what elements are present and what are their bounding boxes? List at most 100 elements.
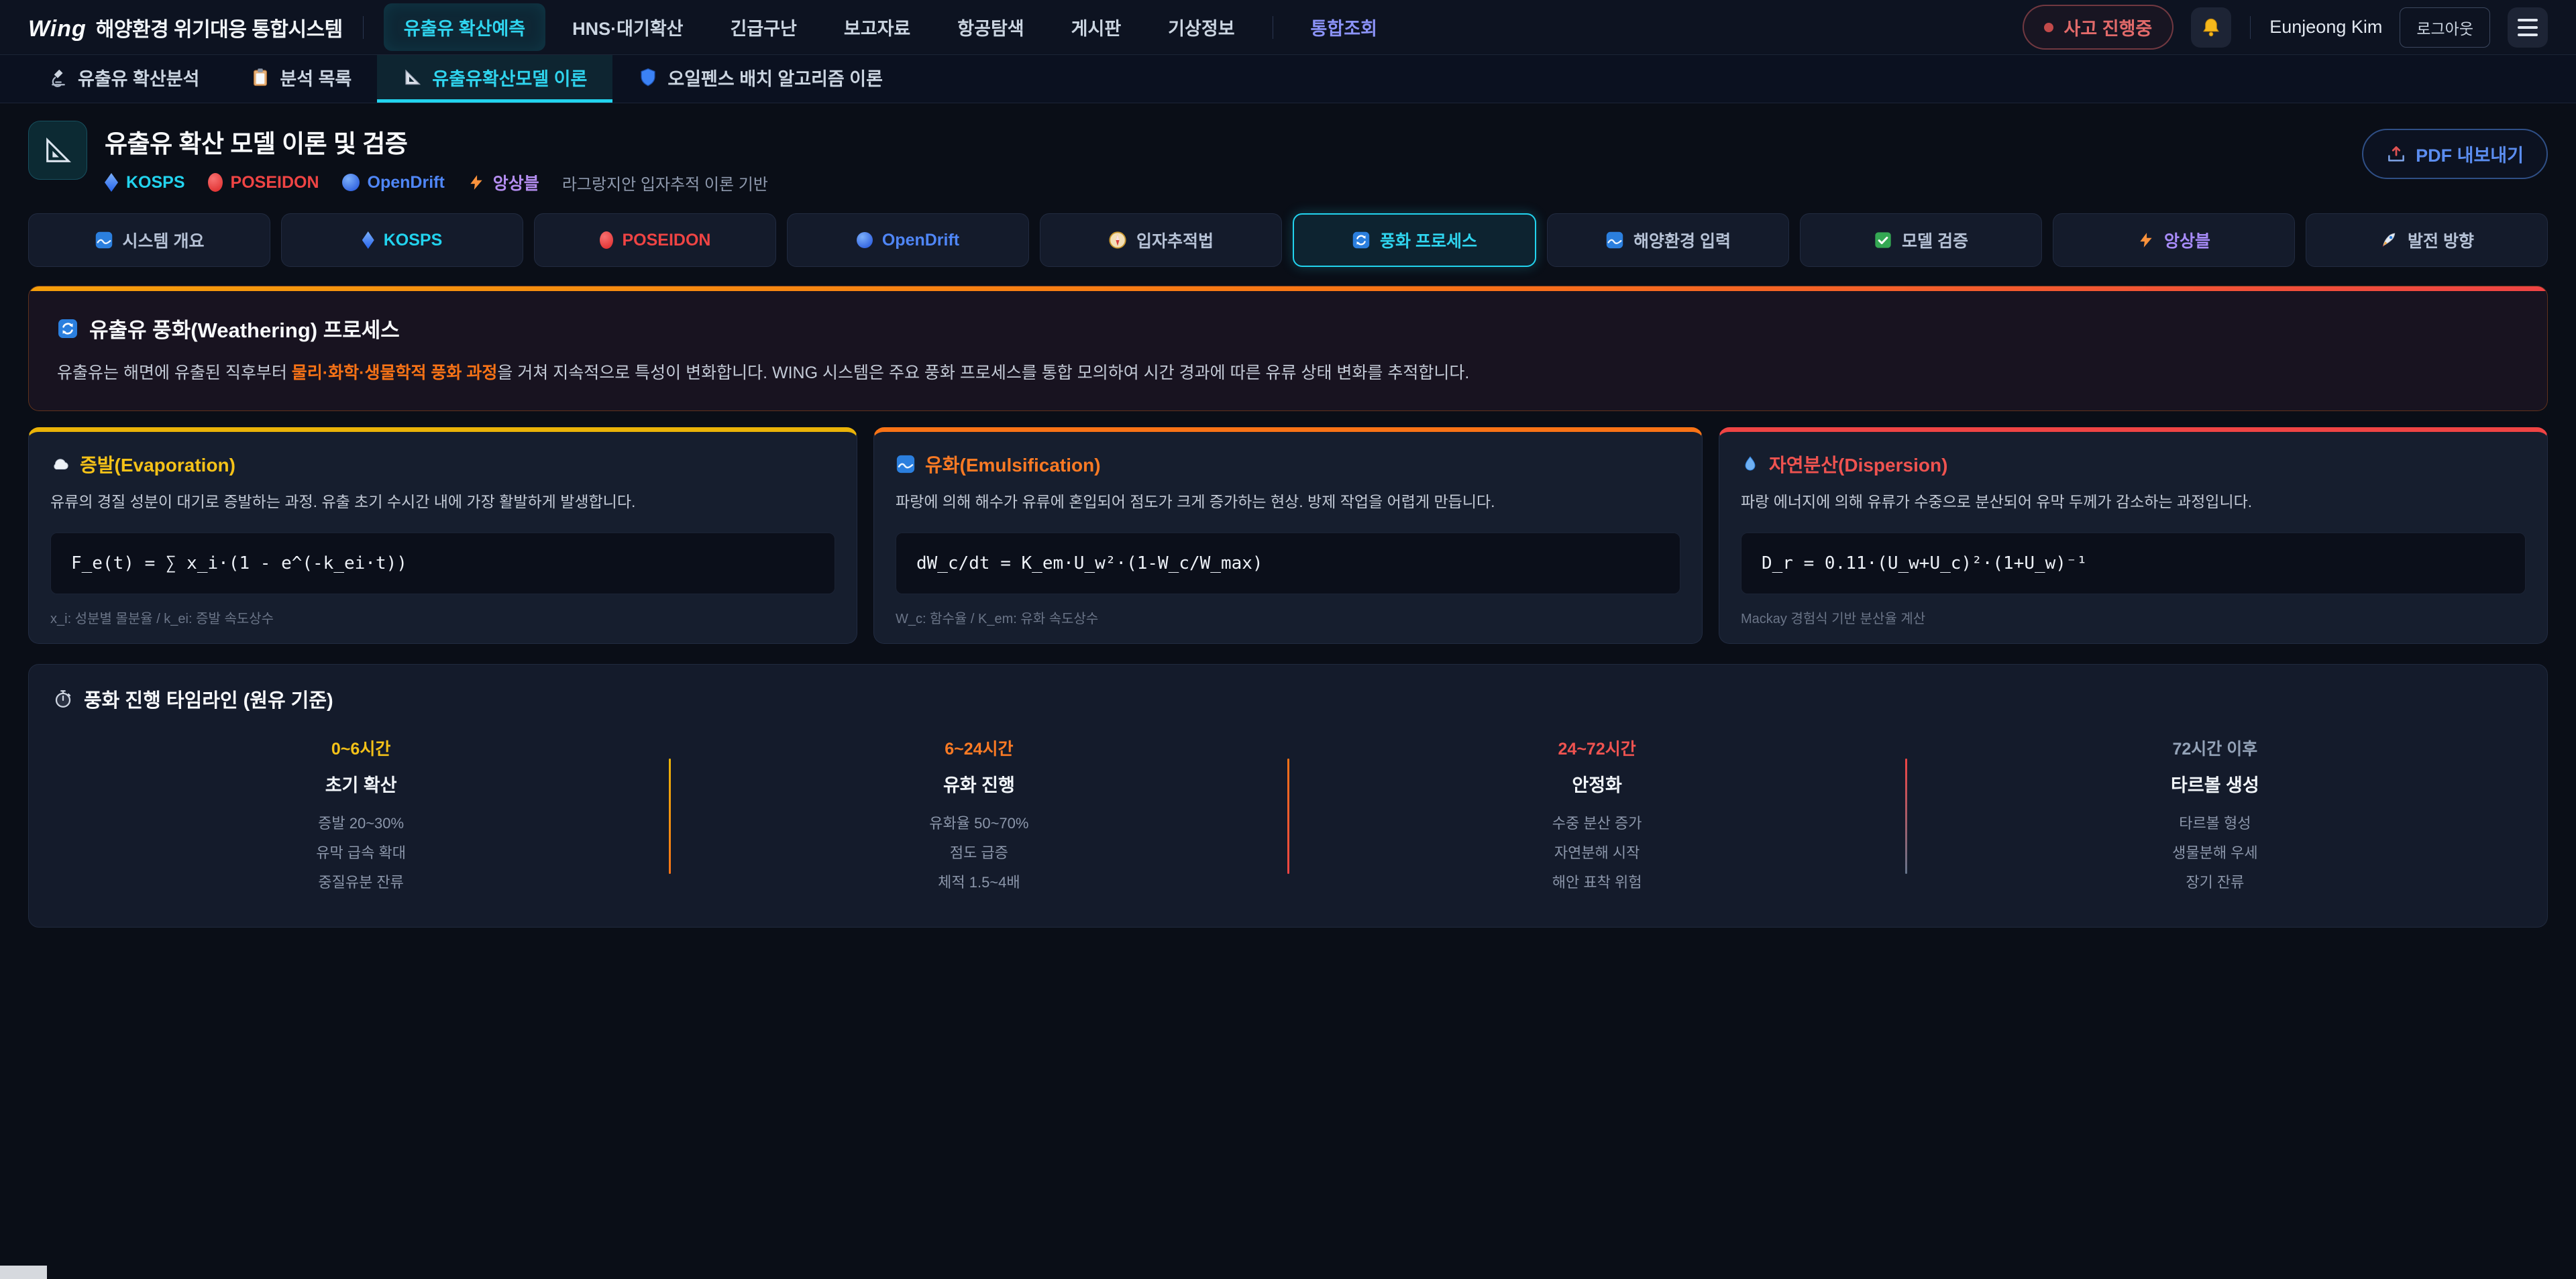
nav-item-integrated-search[interactable]: 통합조회 bbox=[1291, 3, 1397, 51]
incident-label: 사고 진행중 bbox=[2064, 14, 2153, 40]
main-nav: 유출유 확산예측 HNS·대기확산 긴급구난 보고자료 항공탐색 게시판 기상정… bbox=[384, 3, 1397, 51]
subtab-label: 유출유확산모델 이론 bbox=[432, 64, 587, 91]
subtab-oil-fence-algorithm-theory[interactable]: 오일펜스 배치 알고리즘 이론 bbox=[612, 55, 908, 103]
subtab-diffusion-model-theory[interactable]: 유출유확산모델 이론 bbox=[377, 55, 612, 103]
wave-icon bbox=[896, 454, 916, 474]
phase-detail: 중질유분 잔류 bbox=[53, 868, 669, 897]
nav-item-weather-info[interactable]: 기상정보 bbox=[1148, 3, 1254, 51]
formula-box: F_e(t) = ∑ x_i·(1 - e^(-k_ei·t)) bbox=[50, 533, 835, 594]
tab-label: 발전 방향 bbox=[2408, 228, 2474, 252]
phase-time: 0~6시간 bbox=[53, 736, 669, 760]
tab-label: 시스템 개요 bbox=[123, 228, 205, 252]
model-badges: KOSPS POSEIDON OpenDrift 앙상블 라그랑지안 입자추적 … bbox=[105, 170, 768, 194]
tab-poseidon[interactable]: POSEIDON bbox=[534, 213, 776, 267]
badge-poseidon: POSEIDON bbox=[208, 173, 319, 192]
microscope-icon bbox=[48, 67, 68, 87]
card-description: 파랑 에너지에 의해 유류가 수중으로 분산되어 유막 두께가 감소하는 과정입… bbox=[1741, 491, 2526, 515]
process-cards: 증발(Evaporation) 유류의 경질 성분이 대기로 증발하는 과정. … bbox=[28, 427, 2548, 644]
nav-item-oil-spill-prediction[interactable]: 유출유 확산예측 bbox=[384, 3, 545, 51]
tab-system-overview[interactable]: 시스템 개요 bbox=[28, 213, 270, 267]
user-name: Eunjeong Kim bbox=[2269, 17, 2382, 38]
subtab-label: 유출유 확산분석 bbox=[78, 64, 199, 91]
phase-detail: 해안 표착 위험 bbox=[1289, 868, 1905, 897]
phase-detail: 타르볼 형성 bbox=[1907, 809, 2523, 838]
clipboard-icon bbox=[250, 67, 270, 87]
nav-divider bbox=[2250, 16, 2251, 39]
bell-icon bbox=[2200, 17, 2222, 38]
logo-system-name: 해양환경 위기대응 통합시스템 bbox=[96, 13, 343, 42]
tab-label: 풍화 프로세스 bbox=[1380, 228, 1477, 252]
lightning-icon bbox=[2137, 231, 2155, 249]
formula-note: x_i: 성분별 몰분율 / k_ei: 증발 속도상수 bbox=[50, 608, 835, 627]
red-circle-icon bbox=[208, 173, 223, 192]
phase-detail: 유막 급속 확대 bbox=[53, 838, 669, 868]
menu-button[interactable] bbox=[2508, 7, 2548, 48]
card-title: 증발(Evaporation) bbox=[80, 451, 235, 478]
subtab-label: 분석 목록 bbox=[280, 64, 352, 91]
weathering-section: 유출유 풍화(Weathering) 프로세스 유출유는 해면에 유출된 직후부… bbox=[28, 286, 2548, 411]
phase-name: 안정화 bbox=[1289, 771, 1905, 797]
timeline-phase-initial-spread: 0~6시간 초기 확산 증발 20~30% 유막 급속 확대 중질유분 잔류 bbox=[53, 736, 669, 897]
nav-item-reports[interactable]: 보고자료 bbox=[824, 3, 930, 51]
nav-item-emergency-rescue[interactable]: 긴급구난 bbox=[710, 3, 817, 51]
theory-note: 라그랑지안 입자추적 이론 기반 bbox=[562, 171, 768, 194]
shield-icon bbox=[638, 67, 658, 87]
topnav-right: 사고 진행중 Eunjeong Kim 로그아웃 bbox=[2023, 5, 2548, 50]
tab-label: 모델 검증 bbox=[1902, 228, 1968, 252]
tab-label: 입자추적법 bbox=[1136, 228, 1214, 252]
phase-detail: 생물분해 우세 bbox=[1907, 838, 2523, 868]
phase-time: 6~24시간 bbox=[671, 736, 1287, 760]
tab-model-validation[interactable]: 모델 검증 bbox=[1800, 213, 2042, 267]
logout-button[interactable]: 로그아웃 bbox=[2400, 7, 2490, 48]
nav-item-hns-air-diffusion[interactable]: HNS·대기확산 bbox=[552, 3, 703, 51]
card-title: 유화(Emulsification) bbox=[925, 451, 1101, 478]
card-title-row: 자연분산(Dispersion) bbox=[1741, 451, 2526, 478]
timeline-header: 풍화 진행 타임라인 (원유 기준) bbox=[53, 685, 2523, 713]
timeline-phase-tarball: 72시간 이후 타르볼 생성 타르볼 형성 생물분해 우세 장기 잔류 bbox=[1907, 736, 2523, 897]
formula-note: Mackay 경험식 기반 분산율 계산 bbox=[1741, 608, 2526, 627]
pdf-export-button[interactable]: PDF 내보내기 bbox=[2362, 129, 2548, 179]
phase-detail: 증발 20~30% bbox=[53, 809, 669, 838]
tab-label: POSEIDON bbox=[623, 231, 711, 250]
weathering-description: 유출유는 해면에 유출된 직후부터 물리·화학·생물학적 풍화 과정을 거쳐 지… bbox=[57, 361, 2519, 386]
card-evaporation: 증발(Evaporation) 유류의 경질 성분이 대기로 증발하는 과정. … bbox=[28, 427, 857, 644]
subtab-label: 오일펜스 배치 알고리즘 이론 bbox=[667, 64, 883, 91]
blue-diamond-icon bbox=[105, 173, 118, 192]
phase-detail: 장기 잔류 bbox=[1907, 868, 2523, 897]
tab-label: 앙상블 bbox=[2164, 228, 2210, 252]
desc-highlight: 물리·화학·생물학적 풍화 과정 bbox=[292, 364, 498, 382]
card-description: 유류의 경질 성분이 대기로 증발하는 과정. 유출 초기 수시간 내에 가장 … bbox=[50, 491, 835, 515]
tab-weathering-process[interactable]: 풍화 프로세스 bbox=[1293, 213, 1536, 267]
card-title-row: 증발(Evaporation) bbox=[50, 451, 835, 478]
lightning-icon bbox=[468, 174, 485, 191]
tab-kosps[interactable]: KOSPS bbox=[281, 213, 523, 267]
page-title-block: 유출유 확산 모델 이론 및 검증 KOSPS POSEIDON OpenDri… bbox=[105, 121, 768, 194]
incident-status-badge[interactable]: 사고 진행중 bbox=[2023, 5, 2174, 50]
phase-detail: 수중 분산 증가 bbox=[1289, 809, 1905, 838]
tab-future-direction[interactable]: 발전 방향 bbox=[2306, 213, 2548, 267]
card-emulsification: 유화(Emulsification) 파랑에 의해 해수가 유류에 혼입되어 점… bbox=[873, 427, 1703, 644]
badge-ensemble: 앙상블 bbox=[468, 170, 539, 194]
card-dispersion: 자연분산(Dispersion) 파랑 에너지에 의해 유류가 수중으로 분산되… bbox=[1719, 427, 2548, 644]
tab-particle-tracking[interactable]: 입자추적법 bbox=[1040, 213, 1282, 267]
incident-dot-icon bbox=[2044, 23, 2053, 32]
tab-ensemble[interactable]: 앙상블 bbox=[2053, 213, 2295, 267]
tab-opendrift[interactable]: OpenDrift bbox=[787, 213, 1029, 267]
formula-note: W_c: 함수율 / K_em: 유화 속도상수 bbox=[896, 608, 1680, 627]
check-icon bbox=[1874, 231, 1892, 249]
nav-item-board[interactable]: 게시판 bbox=[1051, 3, 1142, 51]
tab-marine-environment-input[interactable]: 해양환경 입력 bbox=[1547, 213, 1789, 267]
subtab-spill-analysis[interactable]: 유출유 확산분석 bbox=[23, 55, 225, 103]
subtab-analysis-list[interactable]: 분석 목록 bbox=[225, 55, 377, 103]
nav-item-aerial-search[interactable]: 항공탐색 bbox=[937, 3, 1044, 51]
notifications-button[interactable] bbox=[2191, 7, 2231, 48]
badge-label: 앙상블 bbox=[493, 170, 539, 194]
pdf-export-label: PDF 내보내기 bbox=[2416, 141, 2524, 167]
stopwatch-icon bbox=[53, 689, 73, 709]
top-navbar: Wing 해양환경 위기대응 통합시스템 유출유 확산예측 HNS·대기확산 긴… bbox=[0, 0, 2576, 55]
page-title-icon-box bbox=[28, 121, 87, 180]
phase-name: 유화 진행 bbox=[671, 771, 1287, 797]
tab-label: 해양환경 입력 bbox=[1633, 228, 1731, 252]
phase-detail: 자연분해 시작 bbox=[1289, 838, 1905, 868]
badge-label: KOSPS bbox=[126, 173, 185, 192]
